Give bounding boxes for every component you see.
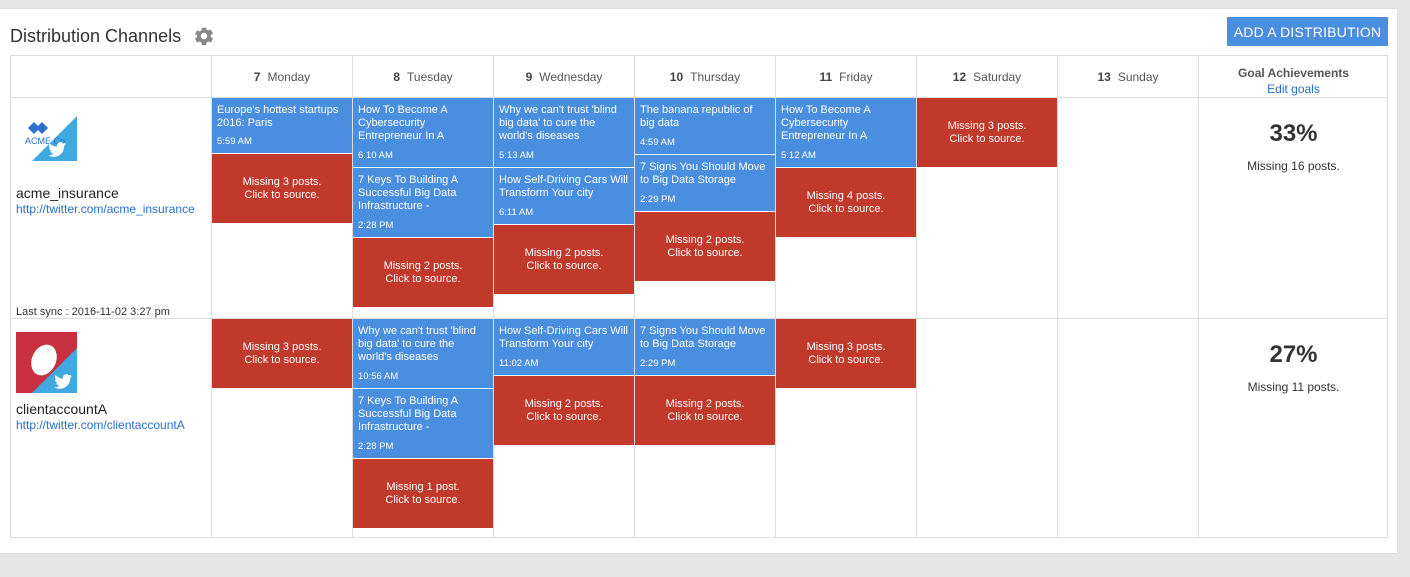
- post-card[interactable]: The banana republic of big data 4:59 AM: [635, 98, 775, 155]
- post-time: 2:29 PM: [640, 194, 676, 205]
- post-card[interactable]: How To Become A Cybersecurity Entreprene…: [776, 98, 916, 168]
- account-name: acme_insurance: [16, 185, 119, 201]
- post-time: 2:28 PM: [358, 441, 394, 452]
- day-header-saturday: 12 Saturday: [952, 69, 1022, 84]
- distribution-calendar: 7 Monday 8 Tuesday 9 Wednesday 10 Thursday 1…: [10, 55, 1388, 538]
- page-title: Distribution Channels: [10, 26, 182, 46]
- post-title: How Self-Driving Cars Will Transform You…: [499, 325, 628, 350]
- missing-posts-cell[interactable]: Missing 3 posts. Click to source.: [776, 319, 916, 389]
- account-url-link[interactable]: http://twitter.com/clientaccountA: [16, 418, 211, 432]
- avatar: [16, 332, 77, 393]
- post-card[interactable]: 7 Signs You Should Move to Big Data Stor…: [635, 319, 775, 376]
- post-title: Europe's hottest startups 2016: Paris: [217, 104, 339, 129]
- post-card[interactable]: 7 Keys To Building A Successful Big Data…: [353, 168, 493, 238]
- goal-achievements-title: Goal Achievements: [1238, 66, 1349, 80]
- post-title: 7 Keys To Building A Successful Big Data…: [358, 395, 458, 433]
- account-name: clientaccountA: [16, 401, 108, 417]
- post-time: 5:59 AM: [217, 136, 252, 147]
- day-header-monday: 7 Monday: [253, 69, 311, 84]
- post-time: 6:10 AM: [358, 150, 393, 161]
- post-title: 7 Signs You Should Move to Big Data Stor…: [640, 325, 766, 350]
- missing-posts-cell[interactable]: Missing 2 posts. Click to source.: [635, 212, 775, 282]
- post-card[interactable]: How Self-Driving Cars Will Transform You…: [494, 319, 634, 376]
- day-header-sunday: 13 Sunday: [1097, 69, 1159, 84]
- goal-percentage: 33%: [1269, 120, 1318, 147]
- missing-posts-cell[interactable]: Missing 4 posts. Click to source.: [776, 168, 916, 238]
- post-time: 10:56 AM: [358, 371, 399, 382]
- missing-posts-cell[interactable]: Missing 3 posts. Click to source.: [212, 154, 352, 224]
- post-title: 7 Keys To Building A Successful Big Data…: [358, 174, 458, 212]
- account-clientaccounta: clientaccountA http://twitter.com/client…: [16, 332, 211, 432]
- missing-posts-cell[interactable]: Missing 1 post. Click to source.: [353, 459, 493, 529]
- post-card[interactable]: Why we can't trust 'blind big data' to c…: [494, 98, 634, 168]
- goal-missing-text: Missing 11 posts.: [1247, 380, 1340, 394]
- post-title: How Self-Driving Cars Will Transform You…: [499, 174, 628, 199]
- acme-logo-icon: ACME Co: [16, 116, 77, 177]
- post-time: 2:29 PM: [640, 358, 676, 369]
- missing-posts-cell[interactable]: Missing 2 posts. Click to source.: [494, 225, 634, 295]
- post-card[interactable]: Why we can't trust 'blind big data' to c…: [353, 319, 493, 389]
- post-card[interactable]: How To Become A Cybersecurity Entreprene…: [353, 98, 493, 168]
- missing-posts-cell[interactable]: Missing 2 posts. Click to source.: [353, 238, 493, 308]
- avatar: ACME Co: [16, 116, 77, 177]
- post-title: How To Become A Cybersecurity Entreprene…: [358, 104, 448, 142]
- goal-achievements-header: Goal Achievements Edit goals: [1199, 66, 1388, 96]
- day-header-tuesday: 8 Tuesday: [393, 69, 453, 84]
- day-header-friday: 11 Friday: [819, 69, 873, 84]
- distribution-panel: Distribution Channels ADD A DISTRIBUTION…: [0, 8, 1397, 554]
- client-logo-icon: [16, 332, 77, 393]
- last-sync-text: Last sync : 2016-11-02 3:27 pm: [16, 306, 170, 318]
- post-time: 4:59 AM: [640, 137, 675, 148]
- gear-icon[interactable]: [193, 25, 215, 47]
- goal-missing-text: Missing 16 posts.: [1247, 159, 1340, 173]
- post-title: 7 Signs You Should Move to Big Data Stor…: [640, 161, 766, 186]
- goal-percentage: 27%: [1269, 341, 1318, 368]
- post-card[interactable]: How Self-Driving Cars Will Transform You…: [494, 168, 634, 225]
- post-card[interactable]: 7 Keys To Building A Successful Big Data…: [353, 389, 493, 459]
- post-title: Why we can't trust 'blind big data' to c…: [499, 104, 617, 142]
- day-header-thursday: 10 Thursday: [669, 69, 741, 84]
- post-time: 11:02 AM: [499, 358, 539, 369]
- post-time: 5:13 AM: [499, 150, 534, 161]
- account-acme-insurance: ACME Co acme_insurance http://twitter.co…: [16, 116, 211, 216]
- missing-posts-cell[interactable]: Missing 3 posts. Click to source.: [212, 319, 352, 389]
- day-header-wednesday: 9 Wednesday: [525, 69, 603, 84]
- post-title: The banana republic of big data: [640, 104, 753, 129]
- edit-goals-link[interactable]: Edit goals: [1199, 82, 1388, 96]
- post-time: 6:11 AM: [499, 207, 534, 218]
- post-title: Why we can't trust 'blind big data' to c…: [358, 325, 476, 363]
- post-time: 2:28 PM: [358, 220, 394, 231]
- post-title: How To Become A Cybersecurity Entreprene…: [781, 104, 871, 142]
- add-distribution-button[interactable]: ADD A DISTRIBUTION: [1227, 17, 1388, 46]
- missing-posts-cell[interactable]: Missing 2 posts. Click to source.: [494, 376, 634, 446]
- account-url-link[interactable]: http://twitter.com/acme_insurance: [16, 202, 211, 216]
- post-card[interactable]: 7 Signs You Should Move to Big Data Stor…: [635, 155, 775, 212]
- post-time: 5:12 AM: [781, 150, 816, 161]
- missing-posts-cell[interactable]: Missing 3 posts. Click to source.: [917, 98, 1057, 168]
- missing-posts-cell[interactable]: Missing 2 posts. Click to source.: [635, 376, 775, 446]
- post-card[interactable]: Europe's hottest startups 2016: Paris 5:…: [212, 98, 352, 154]
